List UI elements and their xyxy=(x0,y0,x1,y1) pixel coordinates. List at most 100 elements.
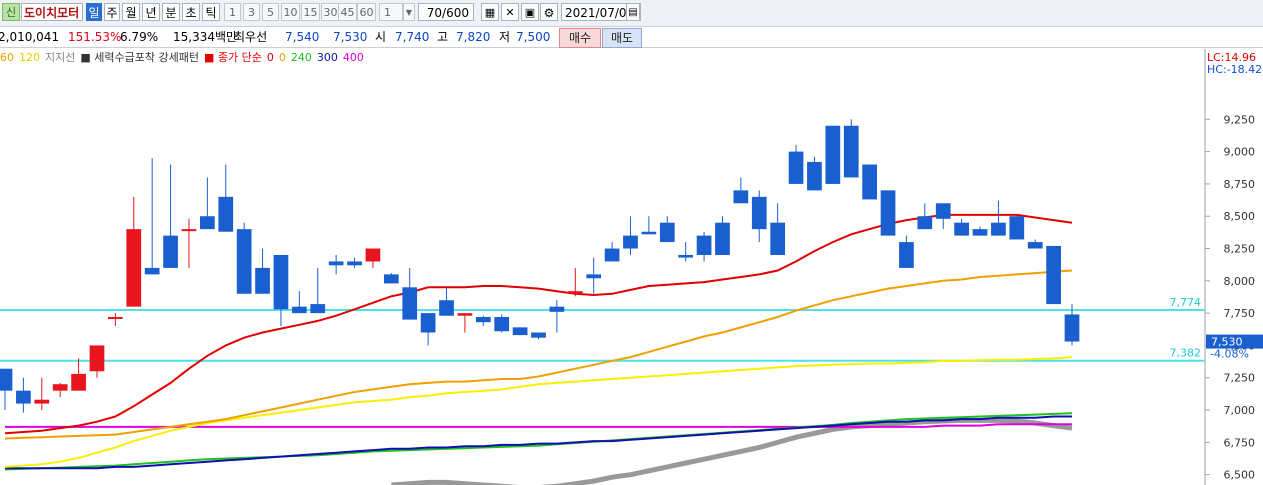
candle-body xyxy=(586,274,602,279)
minute-5-button[interactable]: 5 xyxy=(262,3,279,21)
candle-body xyxy=(696,235,712,255)
candle-body xyxy=(1064,314,1080,342)
count-input[interactable]: 70/600 xyxy=(418,3,474,21)
candle-body xyxy=(310,304,326,314)
minute-60-button[interactable]: 60 xyxy=(357,3,376,21)
y-tick-label: 8,250 xyxy=(1224,243,1256,256)
support-line-label: 7,774 xyxy=(1170,296,1202,309)
chart-tool-icon[interactable]: ▦ xyxy=(481,3,499,21)
low-label: 저 xyxy=(499,30,511,44)
candle-body xyxy=(383,274,399,284)
candle-body xyxy=(163,235,178,268)
candle-body xyxy=(1046,245,1061,305)
candle-body xyxy=(181,229,197,232)
open-price: 7,740 xyxy=(395,30,430,44)
sell-button[interactable]: 매도 xyxy=(602,28,642,48)
price-chart: LC:14.96 HC:-18.42 9,2509,0008,7508,5008… xyxy=(0,49,1263,485)
stock-name-field[interactable]: 도이치모터 xyxy=(21,3,83,21)
ma-line-120 xyxy=(4,356,1073,468)
y-tick-label: 8,750 xyxy=(1224,178,1256,191)
ma-line-support xyxy=(391,417,1073,485)
candle-body xyxy=(880,190,896,236)
candle-body xyxy=(291,306,307,314)
candle-body xyxy=(954,222,969,236)
minute-45-button[interactable]: 45 xyxy=(338,3,357,21)
candle-body xyxy=(715,222,730,255)
candle-body xyxy=(1009,216,1025,240)
candle-body xyxy=(770,222,786,255)
candle-body xyxy=(365,248,381,262)
candle-body xyxy=(328,261,344,266)
period-tick-button[interactable]: 틱 xyxy=(202,3,220,21)
candle-body xyxy=(843,125,859,178)
y-tick-label: 8,000 xyxy=(1224,275,1256,288)
multiplier-select[interactable]: 1 xyxy=(379,3,403,21)
candle-body xyxy=(71,373,86,391)
candle-body xyxy=(623,235,638,249)
candle-body xyxy=(457,313,473,316)
period-day-button[interactable]: 일 xyxy=(86,3,102,21)
minute-10-button[interactable]: 10 xyxy=(281,3,300,21)
candle-body xyxy=(347,261,362,266)
candle-body xyxy=(512,327,528,336)
minute-3-button[interactable]: 3 xyxy=(243,3,260,21)
candle-body xyxy=(567,291,583,294)
minute-15-button[interactable]: 15 xyxy=(301,3,320,21)
candle-body xyxy=(439,300,454,316)
candle-body xyxy=(494,317,510,332)
gear-icon[interactable]: ⚙ xyxy=(540,3,558,21)
volume-value: 2,010,041 xyxy=(0,30,60,44)
candle-body xyxy=(751,196,767,230)
candle-body xyxy=(991,222,1006,236)
candle-body xyxy=(126,229,142,307)
buy-button[interactable]: 매수 xyxy=(559,28,601,48)
candle-body xyxy=(108,317,123,320)
candle-body xyxy=(678,254,694,258)
period-month-button[interactable]: 월 xyxy=(122,3,140,21)
save-icon[interactable]: ▣ xyxy=(521,3,539,21)
candle-body xyxy=(402,287,418,320)
high-price: 7,820 xyxy=(456,30,491,44)
period-week-button[interactable]: 주 xyxy=(104,3,120,21)
candle-body xyxy=(475,317,491,323)
candle-body xyxy=(935,203,951,219)
volume-ratio: 151.53% xyxy=(68,30,122,44)
best-price-label: 최우선 xyxy=(234,30,268,44)
period-year-button[interactable]: 년 xyxy=(142,3,160,21)
count-value: 70 xyxy=(426,6,443,20)
candle-body xyxy=(807,161,822,191)
best-ask-price: 7,540 xyxy=(285,30,320,44)
trade-amount: 15,334백만 xyxy=(173,30,238,44)
candle-body xyxy=(1027,242,1043,249)
open-label: 시 xyxy=(375,30,387,44)
crosshair-icon[interactable]: ✕ xyxy=(501,3,519,21)
period-second-button[interactable]: 초 xyxy=(182,3,200,21)
candle-body xyxy=(899,242,914,268)
period-minute-button[interactable]: 분 xyxy=(162,3,180,21)
y-tick-label: 9,000 xyxy=(1224,146,1256,159)
turnover-rate: 6.79% xyxy=(120,30,159,44)
current-change-label: -4.08% xyxy=(1210,348,1249,361)
candle-body xyxy=(972,229,988,236)
candle-body xyxy=(16,390,31,404)
minute-1-button[interactable]: 1 xyxy=(224,3,241,21)
y-tick-label: 8,500 xyxy=(1224,210,1256,223)
candle-body xyxy=(862,164,877,200)
calendar-icon[interactable]: ▤ xyxy=(626,3,640,21)
candle-body xyxy=(549,306,565,312)
candle-body xyxy=(255,267,270,294)
candle-body xyxy=(917,216,933,230)
stock-badge: 신 xyxy=(2,3,20,21)
count-total: /600 xyxy=(442,6,469,20)
candle-body xyxy=(659,222,675,243)
candle-body xyxy=(34,399,50,404)
low-price: 7,500 xyxy=(516,30,551,44)
candle-body xyxy=(273,254,289,310)
candle-body xyxy=(218,196,234,232)
chevron-down-icon[interactable]: ▼ xyxy=(403,3,415,21)
y-tick-label: 7,000 xyxy=(1224,404,1256,417)
candle-body xyxy=(604,248,620,262)
candle-body xyxy=(420,313,436,333)
y-tick-label: 6,750 xyxy=(1224,436,1256,449)
candle-body xyxy=(788,151,804,184)
